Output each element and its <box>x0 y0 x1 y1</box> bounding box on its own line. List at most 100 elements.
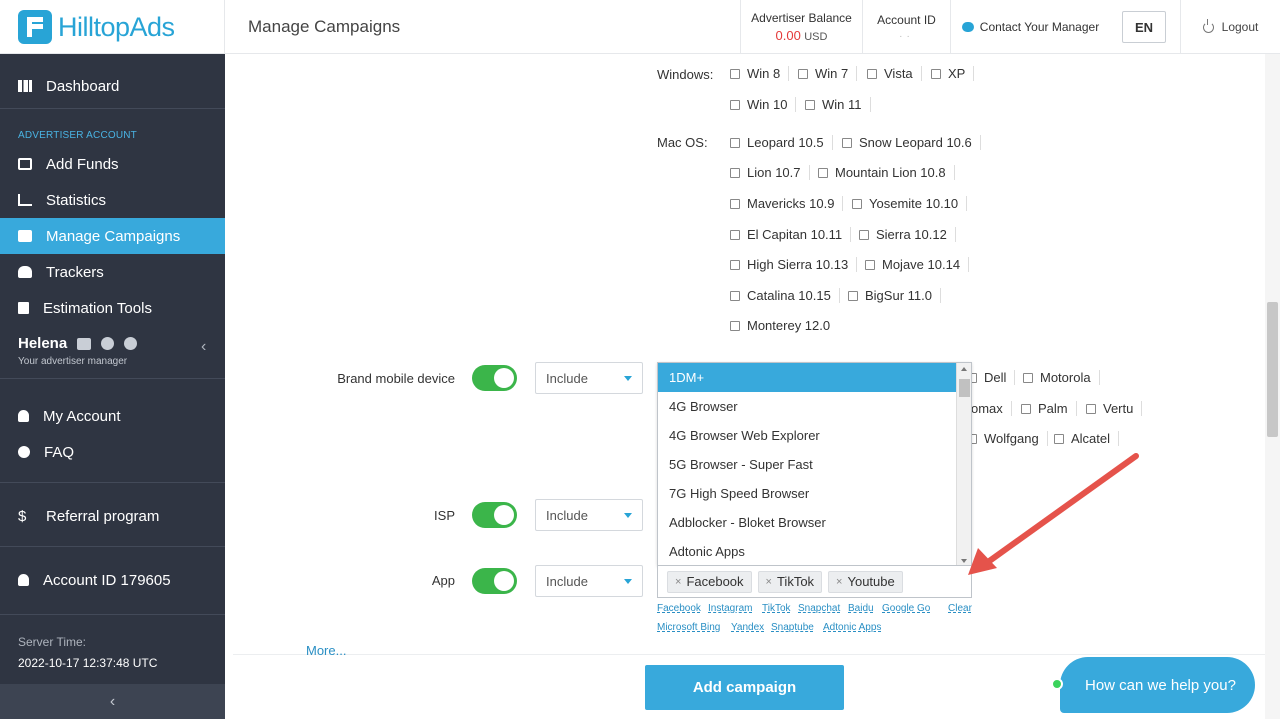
dropdown-option[interactable]: 4G Browser Web Explorer <box>658 421 956 450</box>
brand-mobile-toggle[interactable] <box>472 365 517 391</box>
sidebar-item-statistics[interactable]: Statistics <box>0 182 225 218</box>
app-toggle[interactable] <box>472 568 517 594</box>
quick-link-microsoft-bing[interactable]: Microsoft Bing <box>657 622 720 633</box>
sidebar-collapse-button[interactable]: ‹ <box>0 684 225 719</box>
dropdown-option[interactable]: 7G High Speed Browser <box>658 479 956 508</box>
checkbox[interactable] <box>805 99 815 110</box>
quick-link-google-go[interactable]: Google Go <box>882 603 930 614</box>
checkbox[interactable] <box>730 290 740 301</box>
sidebar-item-trackers[interactable]: Trackers <box>0 254 225 290</box>
checkbox[interactable] <box>730 259 740 270</box>
app-tag-input[interactable]: × Facebook × TikTok × Youtube <box>657 566 972 598</box>
sidebar-item-manage-campaigns[interactable]: Manage Campaigns <box>0 218 225 254</box>
dropdown-scrollbar[interactable] <box>956 363 971 565</box>
checkbox[interactable] <box>730 137 740 148</box>
checkbox[interactable] <box>730 68 740 79</box>
dropdown-option[interactable]: Adtonic Apps <box>658 537 956 565</box>
more-link[interactable]: More... <box>306 643 346 658</box>
checkbox[interactable] <box>798 68 808 79</box>
quick-link-snaptube[interactable]: Snaptube <box>771 622 814 633</box>
logo[interactable]: HilltopAds <box>0 0 225 54</box>
checkbox-monterey[interactable]: Monterey 12.0 <box>730 318 838 333</box>
remove-tag-icon[interactable]: × <box>675 576 681 588</box>
quick-link-adtonic-apps[interactable]: Adtonic Apps <box>823 622 881 633</box>
chevron-left-icon[interactable]: ‹ <box>201 338 206 356</box>
checkbox-catalina[interactable]: Catalina 10.15 <box>730 288 840 303</box>
checkbox-leopard[interactable]: Leopard 10.5 <box>730 135 833 150</box>
checkbox-win10[interactable]: Win 10 <box>730 97 797 112</box>
checkbox-motorola[interactable]: Motorola <box>1023 370 1100 385</box>
checkbox[interactable] <box>852 198 862 209</box>
checkbox[interactable] <box>867 68 877 79</box>
checkbox[interactable] <box>859 229 869 240</box>
quick-link-tiktok[interactable]: TikTok <box>762 603 791 614</box>
scrollbar-thumb[interactable] <box>1267 302 1278 437</box>
checkbox-alcatel[interactable]: Alcatel <box>1054 431 1120 446</box>
quick-link-snapchat[interactable]: Snapchat <box>798 603 840 614</box>
sidebar-item-my-account[interactable]: My Account <box>0 398 225 434</box>
checkbox[interactable] <box>1023 372 1033 383</box>
dropdown-option[interactable]: Adblocker - Bloket Browser <box>658 508 956 537</box>
dropdown-option[interactable]: 4G Browser <box>658 392 956 421</box>
isp-toggle[interactable] <box>472 502 517 528</box>
sidebar-item-dashboard[interactable]: Dashboard <box>0 68 225 104</box>
checkbox[interactable] <box>730 320 740 331</box>
add-campaign-button[interactable]: Add campaign <box>645 665 844 710</box>
checkbox-yosemite[interactable]: Yosemite 10.10 <box>852 196 968 211</box>
checkbox-high-sierra[interactable]: High Sierra 10.13 <box>730 257 858 272</box>
checkbox-bigsur[interactable]: BigSur 11.0 <box>848 288 941 303</box>
envelope-icon[interactable] <box>77 337 92 350</box>
checkbox[interactable] <box>931 68 941 79</box>
checkbox-omax[interactable]: omax <box>971 401 1012 416</box>
logout-button[interactable]: Logout <box>1180 0 1280 54</box>
checkbox-mountain-lion[interactable]: Mountain Lion 10.8 <box>818 165 955 180</box>
remove-tag-icon[interactable]: × <box>836 576 842 588</box>
checkbox[interactable] <box>730 99 740 110</box>
checkbox[interactable] <box>730 198 740 209</box>
quick-link-baidu[interactable]: Baidu <box>848 603 874 614</box>
sidebar-item-add-funds[interactable]: Add Funds <box>0 146 225 182</box>
checkbox-win7[interactable]: Win 7 <box>798 66 858 81</box>
chat-widget-button[interactable]: How can we help you? <box>1060 657 1255 713</box>
checkbox-vista[interactable]: Vista <box>867 66 922 81</box>
checkbox[interactable] <box>818 167 828 178</box>
clear-link[interactable]: Clear <box>948 603 972 614</box>
quick-link-yandex[interactable]: Yandex <box>731 622 764 633</box>
language-button[interactable]: EN <box>1122 11 1166 43</box>
checkbox-sierra[interactable]: Sierra 10.12 <box>859 227 956 242</box>
dropdown-option[interactable]: 5G Browser - Super Fast <box>658 450 956 479</box>
contact-manager-link[interactable]: Contact Your Manager <box>950 0 1110 54</box>
brand-mobile-select[interactable]: Include <box>535 362 643 394</box>
skype-icon[interactable] <box>101 337 115 350</box>
checkbox[interactable] <box>730 229 740 240</box>
checkbox[interactable] <box>842 137 852 148</box>
checkbox[interactable] <box>865 259 875 270</box>
checkbox-lion[interactable]: Lion 10.7 <box>730 165 810 180</box>
scrollbar-thumb[interactable] <box>959 379 970 397</box>
checkbox-wolfgang[interactable]: Wolfgang <box>967 431 1048 446</box>
app-dropdown-list[interactable]: 1DM+ 4G Browser 4G Browser Web Explorer … <box>657 362 972 566</box>
quick-link-instagram[interactable]: Instagram <box>708 603 752 614</box>
checkbox-palm[interactable]: Palm <box>1021 401 1077 416</box>
checkbox[interactable] <box>848 290 858 301</box>
checkbox[interactable] <box>1086 403 1096 414</box>
sidebar-item-account-id[interactable]: Account ID 179605 <box>0 562 225 598</box>
scroll-up-icon[interactable] <box>961 367 967 371</box>
page-scrollbar[interactable] <box>1265 54 1280 719</box>
quick-link-facebook[interactable]: Facebook <box>657 603 701 614</box>
checkbox-vertu[interactable]: Vertu <box>1086 401 1143 416</box>
isp-select[interactable]: Include <box>535 499 643 531</box>
checkbox[interactable] <box>730 167 740 178</box>
checkbox-dell[interactable]: Dell <box>967 370 1016 385</box>
checkbox[interactable] <box>1054 433 1064 444</box>
telegram-icon[interactable] <box>124 337 138 350</box>
checkbox-win11[interactable]: Win 11 <box>805 97 871 112</box>
checkbox-snow-leopard[interactable]: Snow Leopard 10.6 <box>842 135 981 150</box>
sidebar-item-faq[interactable]: FAQ <box>0 434 225 470</box>
checkbox-mojave[interactable]: Mojave 10.14 <box>865 257 970 272</box>
sidebar-item-referral[interactable]: $ Referral program <box>0 498 225 534</box>
remove-tag-icon[interactable]: × <box>766 576 772 588</box>
sidebar-item-estimation-tools[interactable]: Estimation Tools <box>0 290 225 326</box>
checkbox-el-capitan[interactable]: El Capitan 10.11 <box>730 227 852 242</box>
dropdown-option[interactable]: 1DM+ <box>658 363 956 392</box>
